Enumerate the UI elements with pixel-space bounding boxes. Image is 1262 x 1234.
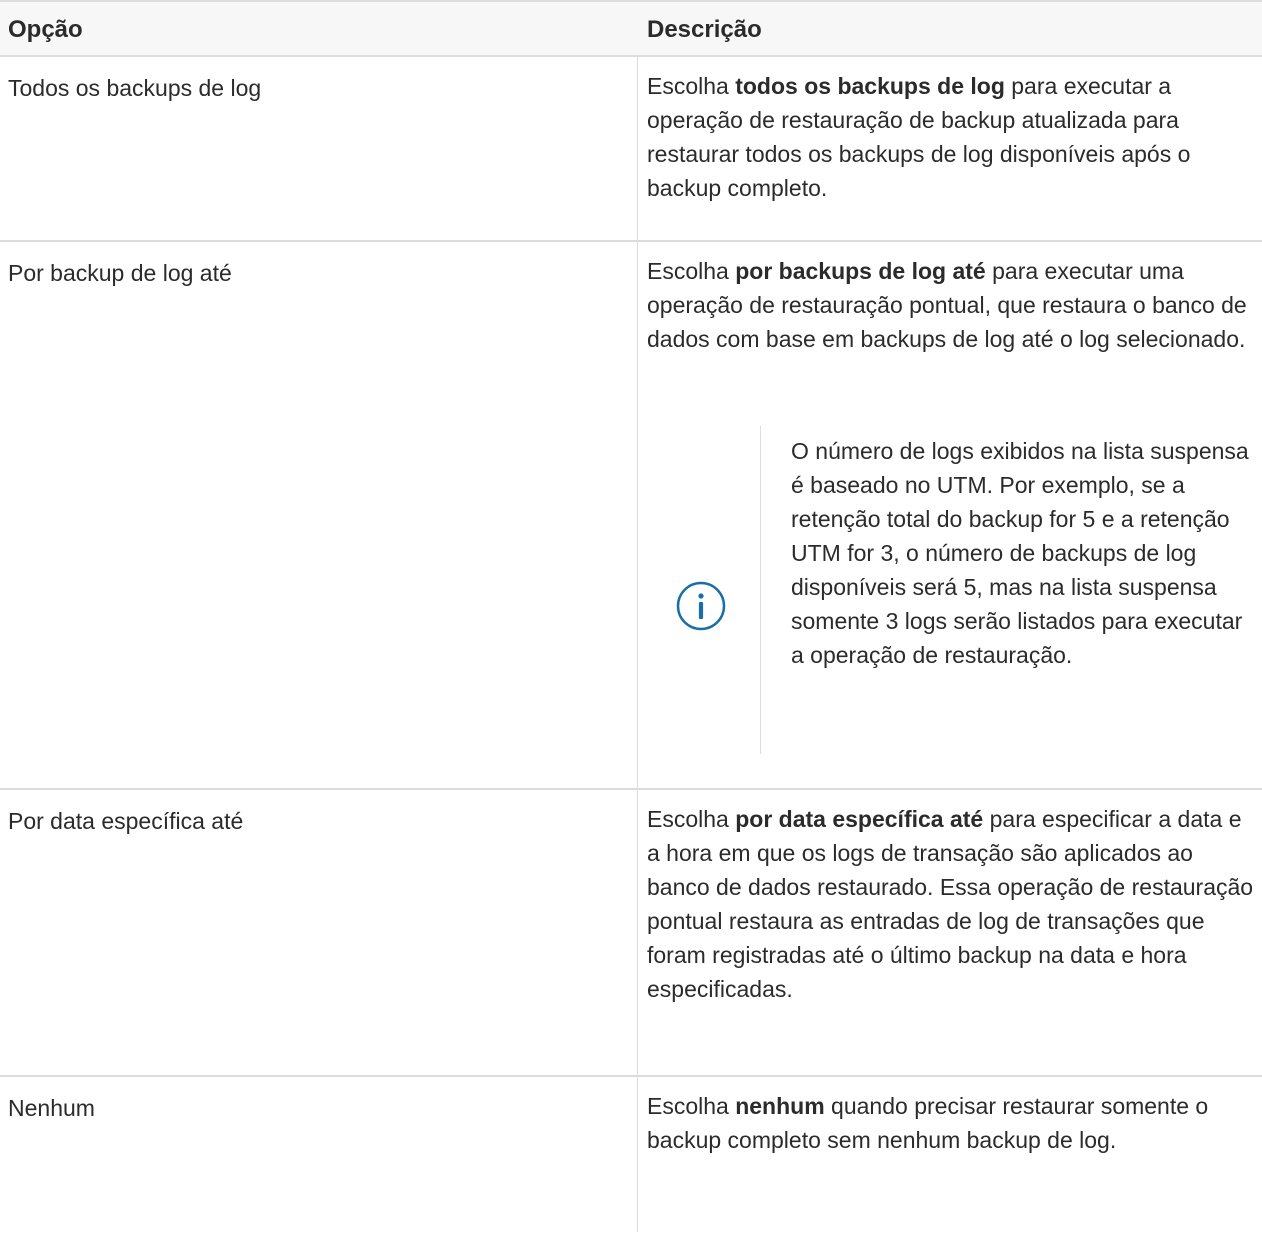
column-divider (637, 242, 638, 788)
description-cell: Escolha todos os backups de log para exe… (647, 69, 1259, 205)
option-cell: Por data específica até (8, 808, 244, 834)
table-row: Por backup de log até Escolha por backup… (0, 242, 1262, 790)
options-table: Opção Descrição Todos os backups de log … (0, 0, 1262, 1232)
description-cell: Escolha nenhum quando precisar restaurar… (647, 1089, 1259, 1157)
description-text: Escolha (647, 73, 736, 99)
description-bold-term: todos os backups de log (735, 73, 1005, 99)
option-cell: Nenhum (8, 1095, 95, 1121)
description-bold-term: por data específica até (735, 806, 984, 832)
option-cell: Todos os backups de log (8, 75, 262, 101)
description-text: Escolha (647, 258, 736, 284)
description-bold-term: nenhum (735, 1093, 825, 1119)
description-bold-term: por backups de log até (735, 258, 986, 284)
description-cell: Escolha por data específica até para esp… (647, 802, 1259, 1006)
description-cell: Escolha por backups de log até para exec… (647, 254, 1259, 356)
info-note: O número de logs exibidos na lista suspe… (647, 426, 1259, 754)
table-row: Nenhum Escolha nenhum quando precisar re… (0, 1077, 1262, 1232)
table-row: Por data específica até Escolha por data… (0, 790, 1262, 1077)
description-text: Escolha (647, 1093, 736, 1119)
note-divider (760, 426, 761, 754)
option-cell: Por backup de log até (8, 260, 232, 286)
header-description: Descrição (647, 16, 762, 43)
note-text: O número de logs exibidos na lista suspe… (791, 438, 1249, 668)
column-divider (637, 57, 638, 240)
header-option: Opção (8, 16, 83, 43)
table-header-row: Opção Descrição (0, 0, 1262, 57)
info-circle-icon (675, 580, 727, 632)
column-divider (637, 1077, 638, 1232)
description-text: para especificar a data e a hora em que … (647, 806, 1254, 1002)
description-text: Escolha (647, 806, 736, 832)
table-row: Todos os backups de log Escolha todos os… (0, 57, 1262, 242)
column-divider (637, 790, 638, 1075)
